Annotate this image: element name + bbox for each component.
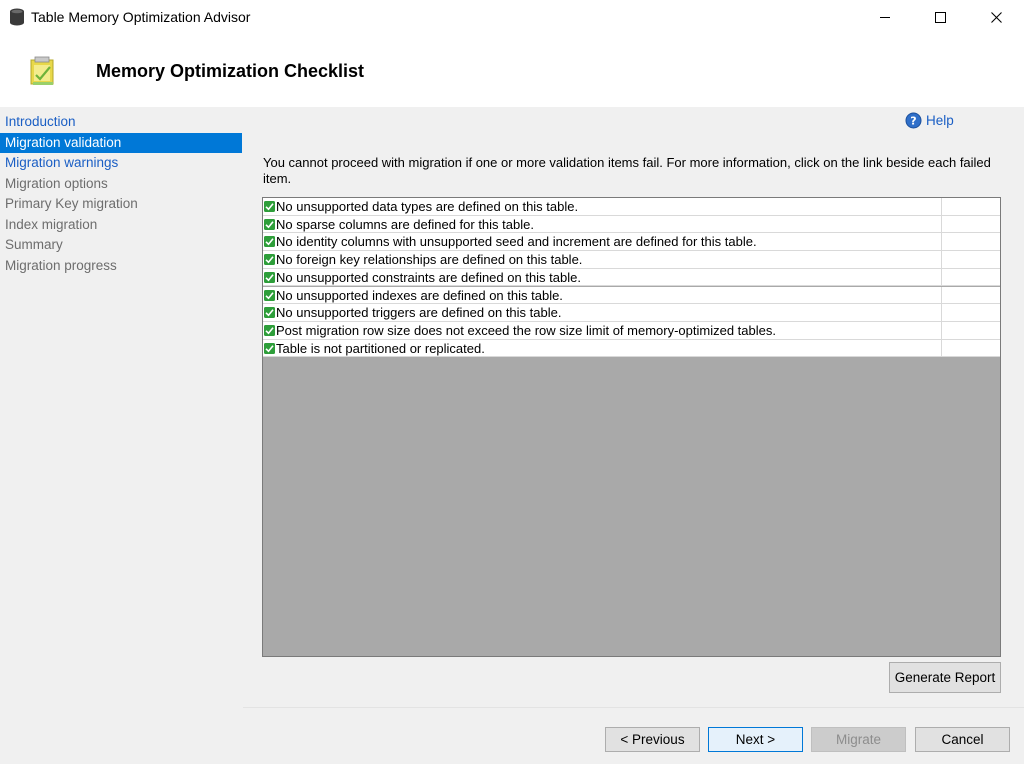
row-text: No unsupported triggers are defined on t… <box>276 305 562 321</box>
sidebar-item-primary-key-migration: Primary Key migration <box>5 196 138 211</box>
help-icon: ? <box>905 112 922 129</box>
check-icon <box>264 236 275 248</box>
svg-text:?: ? <box>910 115 916 128</box>
wizard-footer: < Previous Next > Migrate Cancel <box>243 707 1024 764</box>
maximize-button[interactable] <box>917 0 963 34</box>
table-row: No sparse columns are defined for this t… <box>263 215 1000 234</box>
info-text: You cannot proceed with migration if one… <box>263 155 991 186</box>
title-bar: Table Memory Optimization Advisor <box>0 0 1024 34</box>
row-text: Post migration row size does not exceed … <box>276 322 776 338</box>
sidebar-item-migration-progress: Migration progress <box>5 257 117 273</box>
sidebar-item-migration-warnings[interactable]: Migration warnings <box>0 153 242 174</box>
migrate-button: Migrate <box>811 727 906 752</box>
wizard-steps-sidebar: Introduction Migration validation Migrat… <box>0 107 244 764</box>
window-title: Table Memory Optimization Advisor <box>31 9 251 25</box>
check-icon <box>264 271 275 283</box>
minimize-icon <box>879 16 890 18</box>
next-button[interactable]: Next > <box>708 727 803 752</box>
page-title: Memory Optimization Checklist <box>96 61 365 81</box>
close-button[interactable] <box>973 0 1019 34</box>
sidebar-item-introduction[interactable]: Introduction <box>0 112 242 133</box>
previous-button[interactable]: < Previous <box>605 727 700 752</box>
table-row: No unsupported data types are defined on… <box>263 198 1000 216</box>
sidebar-item-summary: Summary <box>5 237 63 252</box>
row-text: No foreign key relationships are defined… <box>276 252 583 268</box>
check-icon <box>264 218 275 230</box>
check-icon <box>264 324 275 336</box>
table-row: No unsupported triggers are defined on t… <box>263 304 1000 322</box>
validation-grid: No unsupported data types are defined on… <box>262 197 1001 657</box>
main-content: ? Help You cannot proceed with migration… <box>243 107 1024 707</box>
wizard-header: Memory Optimization Checklist <box>0 34 1024 107</box>
help-label[interactable]: Help <box>926 113 954 128</box>
check-icon <box>264 342 275 354</box>
check-icon <box>264 289 275 301</box>
table-row: No unsupported constraints are defined o… <box>263 268 1000 287</box>
table-row: No identity columns with unsupported see… <box>263 233 1000 252</box>
cancel-button[interactable]: Cancel <box>915 727 1010 752</box>
sidebar-item-migration-options: Migration options <box>5 175 108 191</box>
sidebar-item-index-migration: Index migration <box>5 216 98 232</box>
help-link[interactable]: ? Help <box>905 112 954 129</box>
row-text: No sparse columns are defined for this t… <box>276 216 534 232</box>
table-row: Table is not partitioned or replicated. <box>263 339 1000 358</box>
row-text: No unsupported constraints are defined o… <box>276 269 581 285</box>
row-text: Table is not partitioned or replicated. <box>276 340 485 356</box>
sidebar-item-migration-validation[interactable]: Migration validation <box>0 132 242 153</box>
row-text: No identity columns with unsupported see… <box>276 234 757 250</box>
checklist-icon <box>30 56 54 85</box>
check-icon <box>264 201 275 212</box>
table-row: Post migration row size does not exceed … <box>263 321 1000 340</box>
table-row: No foreign key relationships are defined… <box>263 251 1000 269</box>
maximize-icon <box>934 11 946 23</box>
check-icon <box>264 307 275 319</box>
table-row: No unsupported indexes are defined on th… <box>263 286 1000 305</box>
close-icon <box>990 11 1002 23</box>
row-text: No unsupported indexes are defined on th… <box>276 287 563 303</box>
database-icon <box>10 8 24 26</box>
generate-report-button[interactable]: Generate Report <box>889 662 1001 693</box>
check-icon <box>264 254 275 266</box>
minimize-button[interactable] <box>862 0 908 34</box>
row-text: No unsupported data types are defined on… <box>276 199 579 214</box>
